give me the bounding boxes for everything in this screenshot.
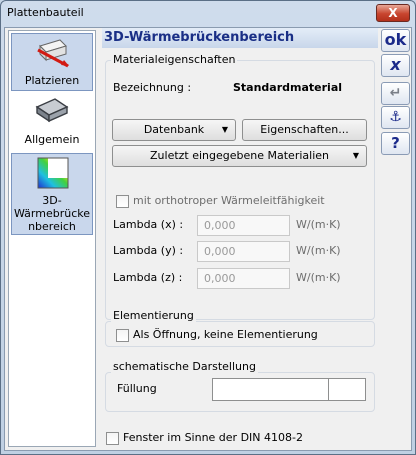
lambda-z-field[interactable]: 0,000 bbox=[197, 268, 290, 289]
window-title: Plattenbauteil bbox=[7, 6, 84, 19]
lambda-y-unit: W/(m·K) bbox=[296, 244, 341, 257]
lambda-x-field[interactable]: 0,000 bbox=[197, 215, 290, 236]
chevron-down-icon: ▼ bbox=[352, 151, 359, 160]
nav-label-platzieren: Platzieren bbox=[24, 74, 80, 87]
fuellung-preview[interactable] bbox=[212, 378, 329, 401]
bezeichnung-label: Bezeichnung : bbox=[113, 81, 192, 94]
lambda-z-label: Lambda (z) : bbox=[113, 271, 183, 284]
title-bar[interactable]: Plattenbauteil bbox=[1, 1, 415, 27]
chevron-down-icon: ▼ bbox=[221, 125, 228, 134]
eigenschaften-label: Eigenschaften... bbox=[260, 123, 349, 136]
slab-icon bbox=[35, 97, 69, 130]
orthotrop-checkbox[interactable] bbox=[116, 195, 129, 208]
placement-icon bbox=[36, 38, 70, 71]
eigenschaften-button[interactable]: Eigenschaften... bbox=[242, 119, 367, 141]
oeffnung-checkbox[interactable] bbox=[116, 329, 129, 342]
datenbank-label: Datenbank bbox=[143, 123, 205, 136]
nav-item-allgemein[interactable]: Allgemein bbox=[11, 93, 93, 151]
close-button[interactable]: X bbox=[376, 4, 410, 22]
nav-label-waermebrueckenbereich: 3D-Wärmebrücke nbereich bbox=[14, 194, 90, 233]
fuellung-label: Füllung bbox=[117, 382, 157, 395]
cancel-button[interactable]: x bbox=[381, 54, 410, 77]
lambda-y-label: Lambda (y) : bbox=[113, 244, 184, 257]
lambda-z-unit: W/(m·K) bbox=[296, 271, 341, 284]
elementierung-group-title: Elementierung bbox=[111, 309, 196, 322]
thermal-bridge-icon bbox=[36, 156, 70, 195]
fenster-din-checkbox[interactable] bbox=[106, 432, 119, 445]
category-nav: Platzieren Allgemein 3D-Wärmebrücke nber… bbox=[8, 30, 96, 447]
nav-item-platzieren[interactable]: Platzieren bbox=[11, 33, 93, 91]
zuletzt-materialien-dropdown[interactable]: Zuletzt eingegebene Materialien ▼ bbox=[112, 145, 367, 167]
material-group-title: Materialeigenschaften bbox=[111, 53, 238, 66]
anchor-button[interactable]: ⚓ bbox=[381, 106, 410, 129]
lambda-x-unit: W/(m·K) bbox=[296, 218, 341, 231]
zuletzt-label: Zuletzt eingegebene Materialien bbox=[150, 149, 329, 162]
dialog-client-area: Platzieren Allgemein 3D-Wärmebrücke nber… bbox=[4, 27, 412, 451]
bezeichnung-value: Standardmaterial bbox=[233, 81, 343, 94]
fenster-din-label: Fenster im Sinne der DIN 4108-2 bbox=[123, 431, 303, 444]
fuellung-picker-button[interactable] bbox=[328, 378, 366, 401]
lambda-x-label: Lambda (x) : bbox=[113, 218, 184, 231]
help-button[interactable]: ? bbox=[381, 132, 410, 155]
oeffnung-label: Als Öffnung, keine Elementierung bbox=[133, 328, 318, 341]
orthotrop-label: mit orthotroper Wärmeleitfähigkeit bbox=[133, 194, 325, 207]
page-title: 3D-Wärmebrückenbereich bbox=[102, 28, 378, 48]
lambda-y-field[interactable]: 0,000 bbox=[197, 241, 290, 262]
dialog-window: Plattenbauteil X Platzieren Allgemein 3D… bbox=[0, 0, 416, 455]
enter-button[interactable]: ↵ bbox=[381, 82, 410, 105]
schematic-group-title: schematische Darstellung bbox=[111, 360, 258, 373]
datenbank-dropdown-button[interactable]: Datenbank ▼ bbox=[112, 119, 236, 141]
nav-item-waermebrueckenbereich[interactable]: 3D-Wärmebrücke nbereich bbox=[11, 153, 93, 235]
nav-label-allgemein: Allgemein bbox=[24, 133, 80, 146]
ok-button[interactable]: ok bbox=[381, 29, 410, 52]
